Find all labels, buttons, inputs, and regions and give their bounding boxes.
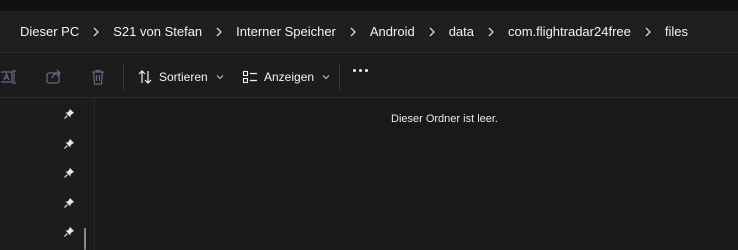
view-button[interactable]: Anzeigen [242,65,330,89]
toolbar-divider [123,63,124,91]
chevron-right-icon[interactable] [81,25,111,39]
rename-icon[interactable] [0,67,20,87]
pin-icon[interactable] [63,167,75,179]
sort-icon [138,70,152,84]
breadcrumb-item-files[interactable]: files [663,24,690,39]
view-label: Anzeigen [264,70,315,84]
chevron-right-icon[interactable] [204,25,234,39]
share-icon[interactable] [44,67,64,87]
pin-icon[interactable] [63,197,75,209]
breadcrumb: Dieser PC S21 von Stefan Interner Speich… [0,11,738,52]
title-strip [0,0,738,11]
breadcrumb-item-internal-storage[interactable]: Interner Speicher [234,24,338,39]
pin-icon[interactable] [63,138,75,150]
divider [0,52,738,53]
navigation-pane [0,98,94,250]
pin-icon[interactable] [63,108,75,120]
empty-folder-text: Dieser Ordner ist leer. [391,113,498,125]
breadcrumb-item-dieser-pc[interactable]: Dieser PC [18,24,81,39]
sort-button[interactable]: Sortieren [137,65,224,89]
scrollbar-thumb[interactable] [84,228,86,250]
chevron-right-icon[interactable] [338,25,368,39]
sort-label: Sortieren [159,70,208,84]
chevron-right-icon[interactable] [417,25,447,39]
empty-folder-message: Dieser Ordner ist leer. [95,113,738,125]
breadcrumb-item-device[interactable]: S21 von Stefan [111,24,204,39]
chevron-right-icon[interactable] [633,25,663,39]
delete-icon[interactable] [88,67,108,87]
breadcrumb-item-data[interactable]: data [447,24,476,39]
chevron-right-icon[interactable] [476,25,506,39]
toolbar-divider [339,63,340,91]
chevron-down-icon [216,75,224,80]
breadcrumb-item-package[interactable]: com.flightradar24free [506,24,633,39]
chevron-down-icon [322,75,330,80]
more-icon[interactable] [353,69,368,72]
breadcrumb-item-android[interactable]: Android [368,24,417,39]
command-bar: Sortieren Anzeigen [0,57,738,97]
pin-icon[interactable] [63,226,75,238]
file-list-area[interactable]: Dieser Ordner ist leer. [95,98,738,250]
view-icon [242,70,257,84]
